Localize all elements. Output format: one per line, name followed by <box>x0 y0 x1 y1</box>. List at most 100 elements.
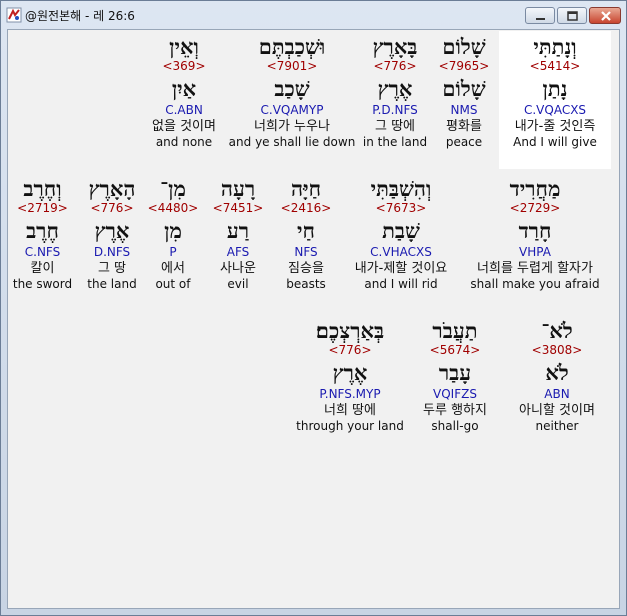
hebrew-word: מַחֲרִיד <box>509 176 561 201</box>
english-gloss: out of <box>155 277 191 291</box>
hebrew-word: הָאָרֶץ <box>88 176 136 201</box>
strong-number[interactable]: <4480> <box>145 201 201 215</box>
english-gloss: evil <box>227 277 249 291</box>
lemma-word: שָׁלוֹם <box>442 76 486 101</box>
word-cell[interactable]: מַחֲרִיד <2729> חָרַד VHPA 너희를 두렵게 할자가 shall … <box>455 177 615 311</box>
close-button[interactable] <box>589 7 621 24</box>
close-icon <box>601 11 611 21</box>
morphology-code: C.NFS <box>24 245 61 259</box>
strong-number[interactable]: <3808> <box>503 343 611 357</box>
strong-number[interactable]: <776> <box>77 201 147 215</box>
hebrew-word: וְהִשְׁבַּתִּי <box>370 176 432 201</box>
maximize-button[interactable] <box>557 7 587 24</box>
morphology-code: D.NFS <box>93 245 131 259</box>
english-gloss: And I will give <box>513 135 597 149</box>
lemma-word: חָרַד <box>518 218 552 243</box>
lemma-word: עָבַר <box>438 360 472 385</box>
strong-number[interactable]: <5414> <box>499 59 611 73</box>
strong-number[interactable]: <7901> <box>224 59 360 73</box>
lemma-word: לֹא <box>545 360 569 385</box>
strong-number[interactable]: <776> <box>295 343 405 357</box>
korean-gloss: 너희 땅에 <box>324 403 376 418</box>
strong-number[interactable]: <2719> <box>8 201 77 215</box>
word-cell[interactable]: מִן־ <4480> מִן P 에서 out of <box>145 177 201 311</box>
morphology-code: VHPA <box>519 245 551 259</box>
lemma-word: שָׁכַב <box>274 76 310 101</box>
strong-number[interactable]: <7451> <box>203 201 273 215</box>
lemma-word: אֶרֶץ <box>94 218 130 243</box>
english-gloss: shall make you afraid <box>470 277 600 291</box>
lemma-word: רַע <box>226 218 250 243</box>
word-cell[interactable]: וְחֶרֶב <2719> חֶרֶב C.NFS 칼이 the sword <box>8 177 77 311</box>
app-window: @원전본해 - 레 26:6 וְנָתַתִּי <5414> נָתַן C.VQ… <box>0 0 627 616</box>
hebrew-word: תַעֲבֹר <box>432 318 478 343</box>
interlinear-panel[interactable]: וְנָתַתִּי <5414> נָתַן C.VQACXS 내가-줄 것인즉 And… <box>7 29 620 609</box>
word-cell[interactable]: וְהִשְׁבַּתִּי <7673> שָׁבַת C.VHACXS 내가-제할 … <box>342 177 460 311</box>
word-cell[interactable]: בְּאַרְצְכֶם׃ <776> אֶרֶץ P.NFS.MYP 너희 땅에 thr… <box>295 319 405 453</box>
korean-gloss: 아니할 것이며 <box>519 403 595 418</box>
korean-gloss: 없을 것이며 <box>152 119 216 134</box>
minimize-icon <box>536 18 545 20</box>
korean-gloss: 그 땅 <box>97 261 127 276</box>
lemma-word: אַיִן <box>171 76 197 101</box>
hebrew-word: וּשְׁכַבְתֶּם <box>258 34 326 59</box>
english-gloss: neither <box>535 419 579 433</box>
word-cell[interactable]: וְנָתַתִּי <5414> נָתַן C.VQACXS 내가-줄 것인즉 And… <box>499 31 611 169</box>
minimize-button[interactable] <box>525 7 555 24</box>
english-gloss: the land <box>87 277 137 291</box>
english-gloss: peace <box>445 135 483 149</box>
morphology-code: NFS <box>294 245 318 259</box>
strong-number[interactable]: <776> <box>352 59 438 73</box>
english-gloss: and none <box>155 135 213 149</box>
korean-gloss: 짐승을 <box>288 261 324 276</box>
word-cell[interactable]: שָׁלוֹם <7965> שָׁלוֹם NMS 평화를 peace <box>429 35 499 169</box>
korean-gloss: 너희가 누우나 <box>254 119 330 134</box>
korean-gloss: 내가-줄 것인즉 <box>514 119 596 134</box>
morphology-code: C.VHACXS <box>370 245 432 259</box>
hebrew-word: וְאֵין <box>169 34 199 59</box>
strong-number[interactable]: <2729> <box>455 201 615 215</box>
maximize-icon <box>567 11 578 21</box>
strong-number[interactable]: <2416> <box>271 201 341 215</box>
korean-gloss: 사나운 <box>220 261 256 276</box>
lemma-word: חַי <box>297 218 315 243</box>
hebrew-word: וְנָתַתִּי <box>533 34 577 59</box>
morphology-code: NMS <box>450 103 478 117</box>
strong-number[interactable]: <5674> <box>412 343 498 357</box>
hebrew-word: חַיָּה <box>290 176 321 201</box>
morphology-code: C.VQAMYP <box>260 103 324 117</box>
word-cell[interactable]: הָאָרֶץ <776> אֶרֶץ D.NFS 그 땅 the land <box>77 177 147 311</box>
korean-gloss: 평화를 <box>446 119 482 134</box>
strong-number[interactable]: <369> <box>135 59 233 73</box>
title-bar[interactable]: @원전본해 - 레 26:6 <box>1 1 626 29</box>
strong-number[interactable]: <7673> <box>342 201 460 215</box>
morphology-code: P <box>169 245 177 259</box>
bible-app-icon <box>6 7 22 23</box>
word-cell[interactable]: תַעֲבֹר <5674> עָבַר VQIFZS 두루 행하지 shall-go <box>412 319 498 453</box>
word-cell[interactable]: בָּאָרֶץ <776> אֶרֶץ P.D.NFS 그 땅에 in the land <box>352 35 438 169</box>
word-cell[interactable]: רָעָה <7451> רַע AFS 사나운 evil <box>203 177 273 311</box>
hebrew-word: וְחֶרֶב <box>23 176 62 201</box>
word-cell[interactable]: חַיָּה <2416> חַי NFS 짐승을 beasts <box>271 177 341 311</box>
english-gloss: in the land <box>362 135 428 149</box>
morphology-code: P.NFS.MYP <box>319 387 381 401</box>
english-gloss: and ye shall lie down <box>228 135 356 149</box>
lemma-word: אֶרֶץ <box>377 76 413 101</box>
word-cell[interactable]: וּשְׁכַבְתֶּם <7901> שָׁכַב C.VQAMYP 너희가 누우나… <box>224 35 360 169</box>
english-gloss: the sword <box>12 277 73 291</box>
morphology-code: VQIFZS <box>433 387 477 401</box>
hebrew-word: בָּאָרֶץ <box>372 34 418 59</box>
word-cell[interactable]: לֹא־ <3808> לֹא ABN 아니할 것이며 neither <box>503 319 611 453</box>
morphology-code: C.VQACXS <box>523 103 587 117</box>
english-gloss: shall-go <box>431 419 479 433</box>
hebrew-word: מִן־ <box>160 176 186 201</box>
lemma-word: אֶרֶץ <box>332 360 368 385</box>
lemma-word: נָתַן <box>542 76 568 101</box>
hebrew-word: בְּאַרְצְכֶם׃ <box>315 318 385 343</box>
strong-number[interactable]: <7965> <box>429 59 499 73</box>
korean-gloss: 두루 행하지 <box>423 403 487 418</box>
word-cell[interactable]: וְאֵין <369> אַיִן C.ABN 없을 것이며 and none <box>135 35 233 169</box>
english-gloss: and I will rid <box>364 277 438 291</box>
hebrew-word: לֹא־ <box>541 318 573 343</box>
morphology-code: P.D.NFS <box>372 103 418 117</box>
